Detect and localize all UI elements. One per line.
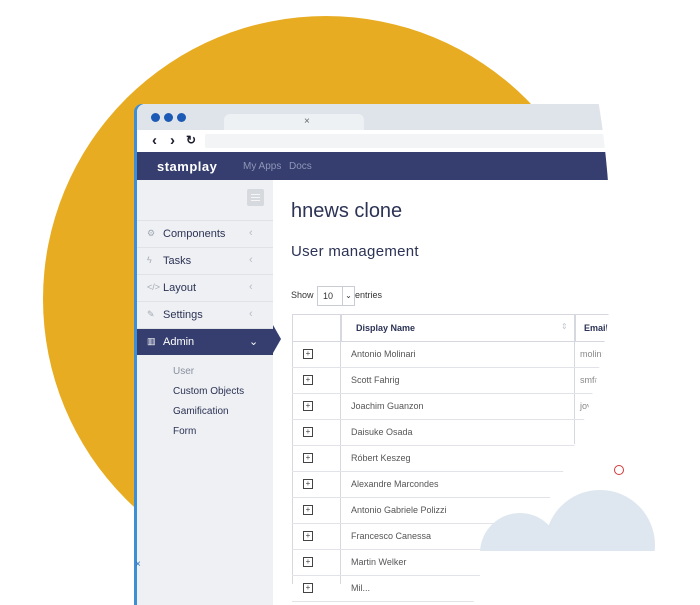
- decorative-ring-icon: [614, 465, 624, 475]
- decorative-cross-icon: ×: [135, 559, 141, 570]
- hero-illustration: × ‹ › ↻ stamplay My Apps Docs ⚙ Componen…: [0, 0, 700, 605]
